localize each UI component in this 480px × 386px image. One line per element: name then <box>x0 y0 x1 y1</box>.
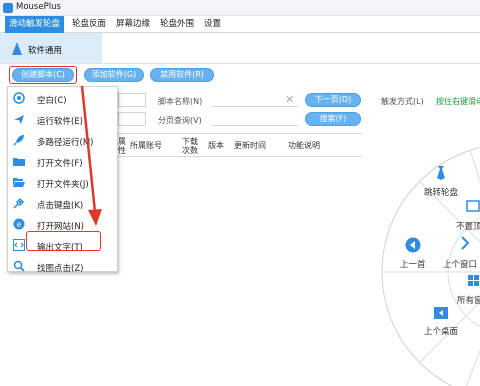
annotation-arrow <box>80 85 102 226</box>
